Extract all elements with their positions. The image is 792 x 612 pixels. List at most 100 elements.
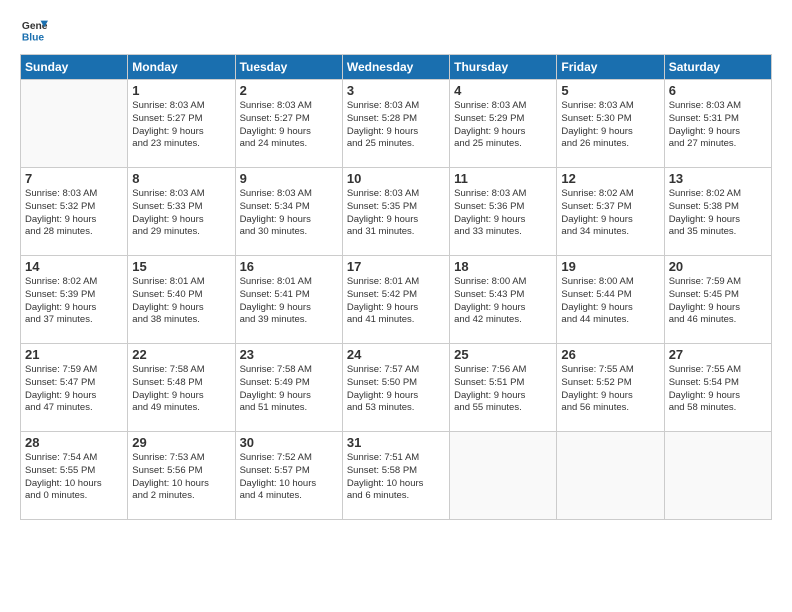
calendar-cell: 28 Sunrise: 7:54 AMSunset: 5:55 PMDayligh…	[21, 432, 128, 520]
day-number: 21	[25, 347, 123, 362]
calendar-cell: 29 Sunrise: 7:53 AMSunset: 5:56 PMDayligh…	[128, 432, 235, 520]
cell-details: Sunrise: 8:02 AMSunset: 5:37 PMDaylight:…	[561, 188, 659, 239]
calendar-cell: 6 Sunrise: 8:03 AMSunset: 5:31 PMDaylight…	[664, 80, 771, 168]
day-number: 15	[132, 259, 230, 274]
svg-text:Blue: Blue	[22, 32, 45, 43]
calendar-cell: 27 Sunrise: 7:55 AMSunset: 5:54 PMDayligh…	[664, 344, 771, 432]
calendar-cell: 25 Sunrise: 7:56 AMSunset: 5:51 PMDayligh…	[450, 344, 557, 432]
calendar-cell: 20 Sunrise: 7:59 AMSunset: 5:45 PMDayligh…	[664, 256, 771, 344]
calendar-cell	[664, 432, 771, 520]
calendar-week-row: 21 Sunrise: 7:59 AMSunset: 5:47 PMDayligh…	[21, 344, 772, 432]
calendar-cell	[21, 80, 128, 168]
day-number: 2	[240, 83, 338, 98]
cell-details: Sunrise: 8:03 AMSunset: 5:36 PMDaylight:…	[454, 188, 552, 239]
day-number: 31	[347, 435, 445, 450]
weekday-header-monday: Monday	[128, 55, 235, 80]
day-number: 6	[669, 83, 767, 98]
day-number: 4	[454, 83, 552, 98]
weekday-header-tuesday: Tuesday	[235, 55, 342, 80]
logo-icon: General Blue	[20, 16, 48, 44]
day-number: 20	[669, 259, 767, 274]
page-header: General Blue	[20, 16, 772, 44]
cell-details: Sunrise: 7:54 AMSunset: 5:55 PMDaylight:…	[25, 452, 123, 503]
calendar-cell	[450, 432, 557, 520]
calendar-cell: 13Sunrise: 8:02 AMSunset: 5:38 PMDayligh…	[664, 168, 771, 256]
weekday-header-thursday: Thursday	[450, 55, 557, 80]
cell-details: Sunrise: 8:03 AMSunset: 5:35 PMDaylight:…	[347, 188, 445, 239]
cell-details: Sunrise: 8:03 AMSunset: 5:28 PMDaylight:…	[347, 100, 445, 151]
weekday-header-friday: Friday	[557, 55, 664, 80]
cell-details: Sunrise: 8:03 AMSunset: 5:29 PMDaylight:…	[454, 100, 552, 151]
cell-details: Sunrise: 7:59 AMSunset: 5:45 PMDaylight:…	[669, 276, 767, 327]
cell-details: Sunrise: 8:00 AMSunset: 5:43 PMDaylight:…	[454, 276, 552, 327]
cell-details: Sunrise: 8:01 AMSunset: 5:42 PMDaylight:…	[347, 276, 445, 327]
calendar-cell: 22 Sunrise: 7:58 AMSunset: 5:48 PMDayligh…	[128, 344, 235, 432]
cell-details: Sunrise: 8:03 AMSunset: 5:27 PMDaylight:…	[132, 100, 230, 151]
cell-details: Sunrise: 8:03 AMSunset: 5:34 PMDaylight:…	[240, 188, 338, 239]
calendar-week-row: 1 Sunrise: 8:03 AMSunset: 5:27 PMDaylight…	[21, 80, 772, 168]
day-number: 1	[132, 83, 230, 98]
day-number: 25	[454, 347, 552, 362]
calendar-cell: 19Sunrise: 8:00 AMSunset: 5:44 PMDayligh…	[557, 256, 664, 344]
calendar-cell: 24 Sunrise: 7:57 AMSunset: 5:50 PMDayligh…	[342, 344, 449, 432]
cell-details: Sunrise: 7:56 AMSunset: 5:51 PMDaylight:…	[454, 364, 552, 415]
calendar-cell: 2 Sunrise: 8:03 AMSunset: 5:27 PMDaylight…	[235, 80, 342, 168]
cell-details: Sunrise: 8:03 AMSunset: 5:27 PMDaylight:…	[240, 100, 338, 151]
cell-details: Sunrise: 7:53 AMSunset: 5:56 PMDaylight:…	[132, 452, 230, 503]
cell-details: Sunrise: 7:55 AMSunset: 5:52 PMDaylight:…	[561, 364, 659, 415]
day-number: 8	[132, 171, 230, 186]
day-number: 26	[561, 347, 659, 362]
day-number: 30	[240, 435, 338, 450]
cell-details: Sunrise: 8:01 AMSunset: 5:40 PMDaylight:…	[132, 276, 230, 327]
day-number: 9	[240, 171, 338, 186]
calendar-cell: 21 Sunrise: 7:59 AMSunset: 5:47 PMDayligh…	[21, 344, 128, 432]
cell-details: Sunrise: 7:52 AMSunset: 5:57 PMDaylight:…	[240, 452, 338, 503]
cell-details: Sunrise: 7:55 AMSunset: 5:54 PMDaylight:…	[669, 364, 767, 415]
cell-details: Sunrise: 8:03 AMSunset: 5:30 PMDaylight:…	[561, 100, 659, 151]
cell-details: Sunrise: 8:02 AMSunset: 5:38 PMDaylight:…	[669, 188, 767, 239]
cell-details: Sunrise: 8:01 AMSunset: 5:41 PMDaylight:…	[240, 276, 338, 327]
cell-details: Sunrise: 7:57 AMSunset: 5:50 PMDaylight:…	[347, 364, 445, 415]
cell-details: Sunrise: 8:00 AMSunset: 5:44 PMDaylight:…	[561, 276, 659, 327]
calendar-cell: 11 Sunrise: 8:03 AMSunset: 5:36 PMDayligh…	[450, 168, 557, 256]
calendar-week-row: 28 Sunrise: 7:54 AMSunset: 5:55 PMDayligh…	[21, 432, 772, 520]
cell-details: Sunrise: 8:03 AMSunset: 5:33 PMDaylight:…	[132, 188, 230, 239]
calendar-cell: 15 Sunrise: 8:01 AMSunset: 5:40 PMDayligh…	[128, 256, 235, 344]
calendar-cell: 8 Sunrise: 8:03 AMSunset: 5:33 PMDaylight…	[128, 168, 235, 256]
day-number: 18	[454, 259, 552, 274]
calendar-cell: 9 Sunrise: 8:03 AMSunset: 5:34 PMDaylight…	[235, 168, 342, 256]
logo: General Blue	[20, 16, 48, 44]
calendar-cell: 3Sunrise: 8:03 AMSunset: 5:28 PMDaylight…	[342, 80, 449, 168]
calendar-cell: 16Sunrise: 8:01 AMSunset: 5:41 PMDayligh…	[235, 256, 342, 344]
cell-details: Sunrise: 8:02 AMSunset: 5:39 PMDaylight:…	[25, 276, 123, 327]
day-number: 11	[454, 171, 552, 186]
day-number: 29	[132, 435, 230, 450]
cell-details: Sunrise: 8:03 AMSunset: 5:31 PMDaylight:…	[669, 100, 767, 151]
calendar-cell: 1 Sunrise: 8:03 AMSunset: 5:27 PMDaylight…	[128, 80, 235, 168]
day-number: 22	[132, 347, 230, 362]
day-number: 5	[561, 83, 659, 98]
weekday-header-wednesday: Wednesday	[342, 55, 449, 80]
calendar-cell: 30 Sunrise: 7:52 AMSunset: 5:57 PMDayligh…	[235, 432, 342, 520]
calendar-cell: 4 Sunrise: 8:03 AMSunset: 5:29 PMDaylight…	[450, 80, 557, 168]
calendar-table: SundayMondayTuesdayWednesdayThursdayFrid…	[20, 54, 772, 520]
calendar-cell: 7Sunrise: 8:03 AMSunset: 5:32 PMDaylight…	[21, 168, 128, 256]
weekday-header-row: SundayMondayTuesdayWednesdayThursdayFrid…	[21, 55, 772, 80]
calendar-cell	[557, 432, 664, 520]
calendar-cell: 17 Sunrise: 8:01 AMSunset: 5:42 PMDayligh…	[342, 256, 449, 344]
calendar-cell: 14Sunrise: 8:02 AMSunset: 5:39 PMDayligh…	[21, 256, 128, 344]
calendar-week-row: 7Sunrise: 8:03 AMSunset: 5:32 PMDaylight…	[21, 168, 772, 256]
weekday-header-saturday: Saturday	[664, 55, 771, 80]
day-number: 17	[347, 259, 445, 274]
day-number: 28	[25, 435, 123, 450]
day-number: 27	[669, 347, 767, 362]
cell-details: Sunrise: 7:59 AMSunset: 5:47 PMDaylight:…	[25, 364, 123, 415]
weekday-header-sunday: Sunday	[21, 55, 128, 80]
calendar-cell: 12 Sunrise: 8:02 AMSunset: 5:37 PMDayligh…	[557, 168, 664, 256]
calendar-week-row: 14Sunrise: 8:02 AMSunset: 5:39 PMDayligh…	[21, 256, 772, 344]
cell-details: Sunrise: 7:58 AMSunset: 5:48 PMDaylight:…	[132, 364, 230, 415]
cell-details: Sunrise: 7:58 AMSunset: 5:49 PMDaylight:…	[240, 364, 338, 415]
cell-details: Sunrise: 8:03 AMSunset: 5:32 PMDaylight:…	[25, 188, 123, 239]
day-number: 12	[561, 171, 659, 186]
day-number: 24	[347, 347, 445, 362]
